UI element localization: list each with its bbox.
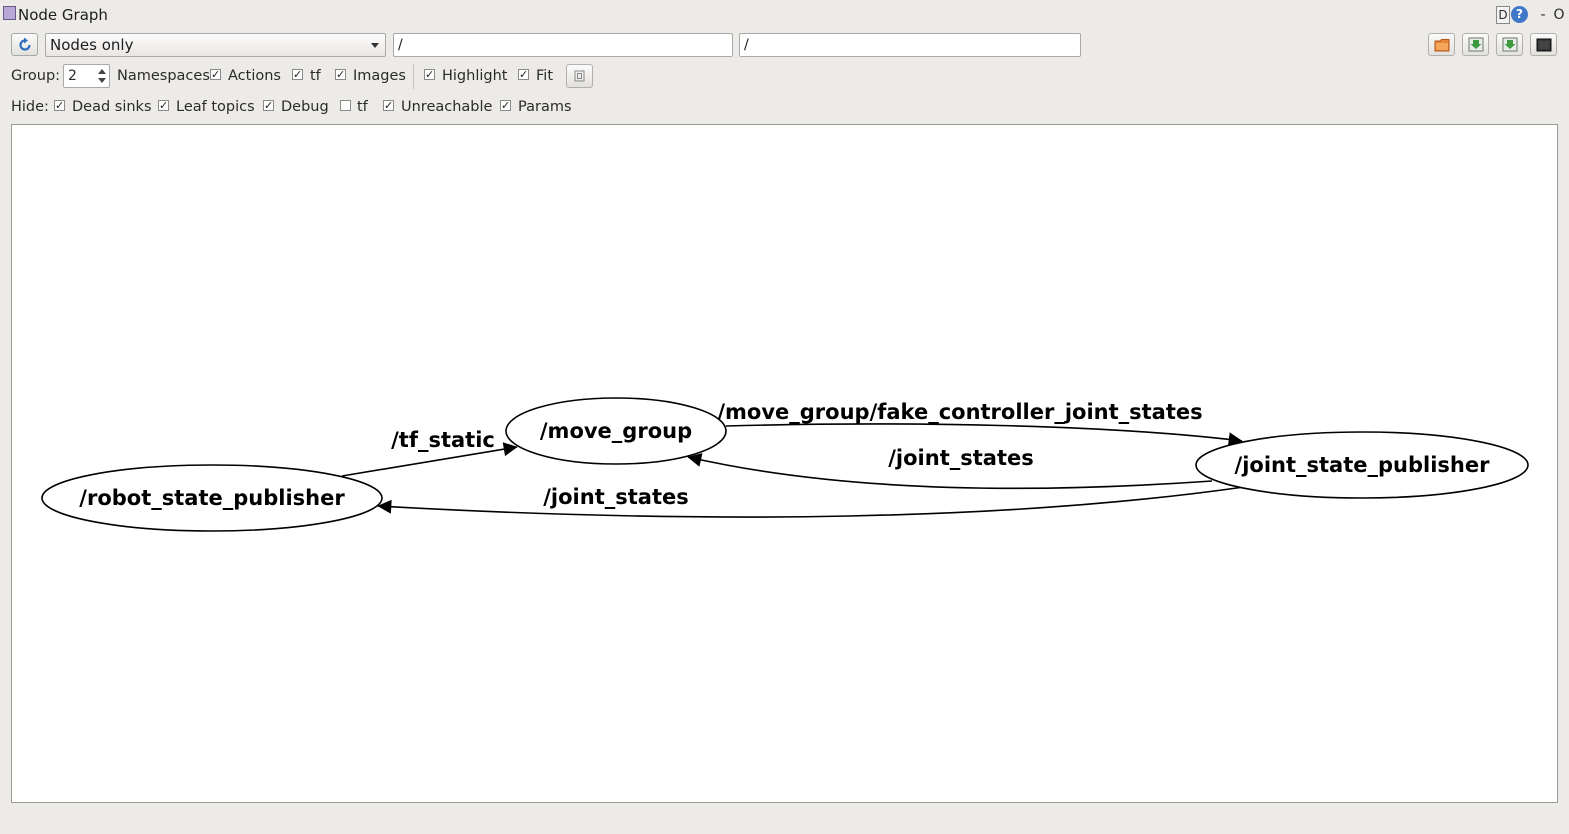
group-spinbox[interactable]: 2 — [63, 64, 110, 88]
save-image-button[interactable] — [1530, 33, 1557, 56]
hide-tf-checkbox[interactable] — [340, 100, 351, 111]
leaf-topics-checkbox[interactable]: ✓ — [158, 100, 169, 111]
spin-up-icon[interactable] — [98, 69, 106, 74]
chevron-down-icon — [371, 43, 379, 48]
minimize-button[interactable]: - — [1538, 6, 1548, 24]
node-filter-input[interactable] — [393, 33, 733, 57]
hide-label: Hide: — [11, 99, 49, 115]
window-title: Node Graph — [18, 6, 108, 24]
node-joint-state-publisher[interactable]: /joint_state_publisher — [1195, 431, 1529, 499]
node-label: /joint_state_publisher — [1235, 453, 1491, 477]
edge-label: /joint_states — [888, 446, 1033, 470]
node-label: /robot_state_publisher — [79, 486, 345, 510]
images-label: Images — [353, 68, 406, 84]
refresh-icon — [18, 37, 31, 51]
refresh-button[interactable] — [11, 33, 38, 56]
save-svg-button[interactable] — [1496, 33, 1523, 56]
images-checkbox[interactable]: ✓ — [335, 69, 346, 80]
export-icon — [1502, 37, 1517, 52]
namespaces-label: Namespaces — [117, 68, 210, 84]
graph-type-value: Nodes only — [50, 36, 134, 54]
params-label: Params — [518, 99, 572, 115]
save-icon — [1468, 37, 1483, 52]
node-label: /move_group — [540, 419, 692, 443]
edge-label: /move_group/fake_controller_joint_states — [717, 400, 1202, 424]
fit-view-icon — [574, 70, 585, 82]
group-label: Group: — [11, 68, 61, 84]
unreachable-checkbox[interactable]: ✓ — [383, 100, 394, 111]
edge-label: /tf_static — [391, 428, 495, 452]
edge-fake-controller-joint-states — [725, 423, 1243, 447]
close-button[interactable]: O — [1552, 6, 1566, 24]
hide-tf-label: tf — [357, 99, 368, 115]
actions-checkbox[interactable]: ✓ — [210, 69, 221, 80]
debug-label: Debug — [281, 99, 329, 115]
params-checkbox[interactable]: ✓ — [500, 100, 511, 111]
highlight-checkbox[interactable]: ✓ — [424, 69, 435, 80]
dead-sinks-label: Dead sinks — [72, 99, 152, 115]
unreachable-label: Unreachable — [401, 99, 493, 115]
separator — [413, 64, 414, 89]
save-dot-button[interactable] — [1462, 33, 1489, 56]
actions-label: Actions — [228, 68, 281, 84]
dead-sinks-checkbox[interactable]: ✓ — [54, 100, 65, 111]
fit-in-view-button[interactable] — [566, 64, 593, 88]
edge-label: /joint_states — [543, 485, 688, 509]
node-robot-state-publisher[interactable]: /robot_state_publisher — [41, 464, 383, 532]
fit-checkbox[interactable]: ✓ — [518, 69, 529, 80]
topic-filter-input[interactable] — [739, 33, 1081, 57]
leaf-topics-label: Leaf topics — [176, 99, 255, 115]
graph-type-combo[interactable]: Nodes only — [45, 33, 386, 57]
folder-icon — [1434, 38, 1449, 51]
spin-down-icon[interactable] — [98, 78, 106, 83]
load-dot-button[interactable] — [1428, 33, 1455, 56]
d-button[interactable]: D — [1496, 6, 1510, 24]
debug-checkbox[interactable]: ✓ — [263, 100, 274, 111]
edge-joint-states-to-robot-state-publisher — [377, 486, 1245, 518]
highlight-label: Highlight — [442, 68, 508, 84]
app-icon — [3, 6, 16, 20]
graph-svg: /tf_static /move_group/fake_controller_j… — [41, 397, 1529, 532]
group-value: 2 — [68, 68, 77, 84]
help-icon[interactable]: ? — [1511, 6, 1528, 23]
node-move-group[interactable]: /move_group — [505, 397, 727, 465]
graph-canvas[interactable]: /tf_static /move_group/fake_controller_j… — [11, 124, 1558, 803]
tf-label: tf — [310, 68, 321, 84]
fit-label: Fit — [536, 68, 553, 84]
tf-checkbox[interactable]: ✓ — [292, 69, 303, 80]
screen-icon — [1536, 38, 1551, 51]
